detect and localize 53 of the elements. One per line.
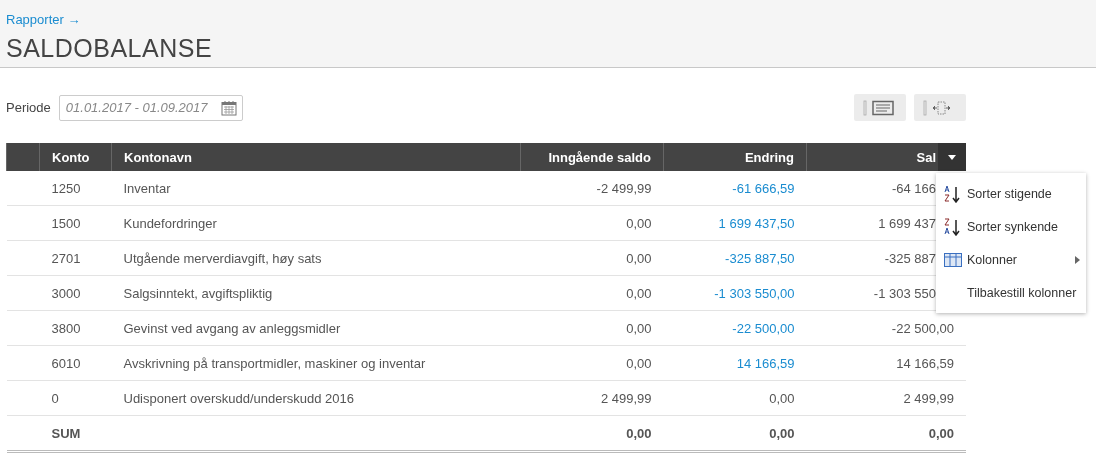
table-cell: 2 499,99 — [806, 380, 966, 416]
column-header — [6, 143, 40, 171]
sum-cell: 0,00 — [663, 415, 807, 452]
table-cell: 0,00 — [520, 310, 664, 346]
sort-ascending-icon — [944, 184, 962, 203]
breadcrumb-link[interactable]: Rapporter → — [6, 12, 81, 27]
column-header[interactable]: Inngående saldo — [520, 143, 664, 171]
amount-link[interactable]: -325 887,50 — [725, 250, 795, 266]
table-cell: Salgsinntekt, avgiftspliktig — [111, 275, 521, 311]
table-cell: Inventar — [111, 171, 521, 206]
amount-link[interactable]: -1 303 550,00 — [714, 285, 795, 301]
table-cell: 6010 — [39, 345, 112, 381]
table-cell: 0,00 — [520, 345, 664, 381]
text-view-icon — [863, 99, 897, 116]
table-cell: 0 — [39, 380, 112, 416]
table-cell: 0,00 — [769, 390, 795, 406]
amount-link[interactable]: 14 166,59 — [736, 355, 795, 371]
table-cell: 0,00 — [520, 205, 664, 241]
sum-cell: 0,00 — [806, 415, 966, 452]
table-cell: Kundefordringer — [111, 205, 521, 241]
table-cell: Udisponert overskudd/underskudd 2016 — [111, 380, 521, 416]
sum-cell: 0,00 — [520, 415, 664, 452]
table-cell: Avskrivning på transportmidler, maskiner og inventar — [111, 345, 521, 381]
submenu-arrow-icon — [1075, 255, 1080, 264]
caret-icon — [948, 154, 956, 160]
column-header[interactable]: Sal — [806, 143, 966, 171]
table-cell: Gevinst ved avgang av anleggsmidler — [111, 310, 521, 346]
table-cell: -2 499,99 — [520, 171, 664, 206]
table-cell: 14 166,59 — [806, 345, 966, 381]
column-menu-button[interactable] — [938, 143, 966, 171]
sort-descending-icon — [944, 217, 962, 236]
sum-label: SUM — [39, 415, 112, 452]
column-header[interactable]: Kontonavn — [111, 143, 521, 171]
table-cell: 0,00 — [520, 240, 664, 276]
amount-link[interactable]: -22 500,00 — [732, 320, 795, 336]
table-cell: Utgående merverdiavgift, høy sats — [111, 240, 521, 276]
table-cell: 2 499,99 — [520, 380, 664, 416]
table-cell: 1250 — [39, 171, 112, 206]
table-cell: 3000 — [39, 275, 112, 311]
table-cell: 0,00 — [520, 275, 664, 311]
period-field[interactable]: 01.01.2017 - 01.09.2017 — [58, 94, 243, 121]
columns-icon — [944, 252, 962, 267]
table-cell: 1500 — [39, 205, 112, 241]
table-cell: 3800 — [39, 310, 112, 346]
calendar-icon[interactable] — [220, 99, 237, 116]
period-label: Periode — [6, 100, 51, 115]
layout-button[interactable] — [854, 94, 906, 121]
column-header[interactable]: Endring — [663, 143, 807, 171]
amount-link[interactable]: -61 666,59 — [732, 180, 795, 196]
amount-link[interactable]: 1 699 437,50 — [718, 215, 795, 231]
table-cell: 2701 — [39, 240, 112, 276]
column-header[interactable]: Konto — [39, 143, 112, 171]
page-title: SALDOBALANSE — [6, 34, 214, 63]
